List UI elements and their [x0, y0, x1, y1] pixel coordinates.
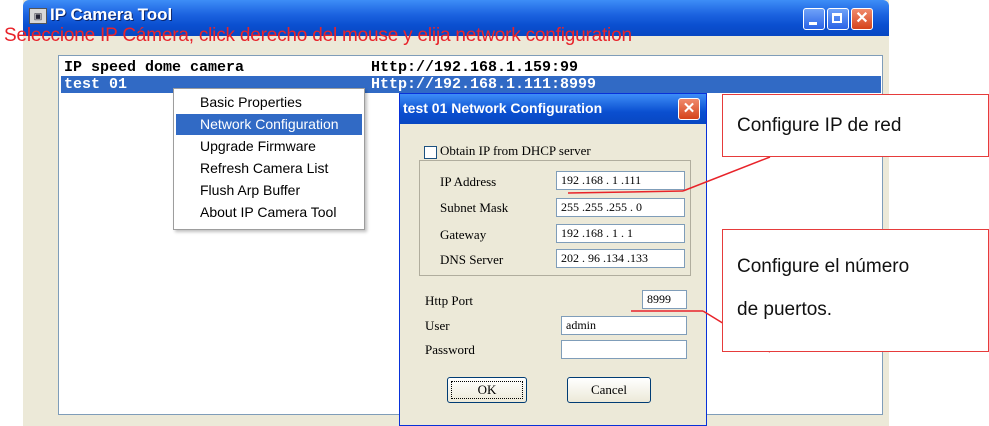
ip-pointer-line	[682, 156, 771, 192]
port-annotation-line1: Configure el número	[737, 256, 910, 277]
port-annotation-line2: de puertos.	[737, 299, 833, 320]
ip-annotation-text: Configure IP de red	[737, 115, 902, 136]
annotation-lines	[567, 156, 771, 353]
ip-underline	[567, 190, 684, 194]
ip-annotation: Configure IP de red	[722, 94, 989, 157]
port-annotation: Configure el número de puertos.	[722, 229, 989, 352]
